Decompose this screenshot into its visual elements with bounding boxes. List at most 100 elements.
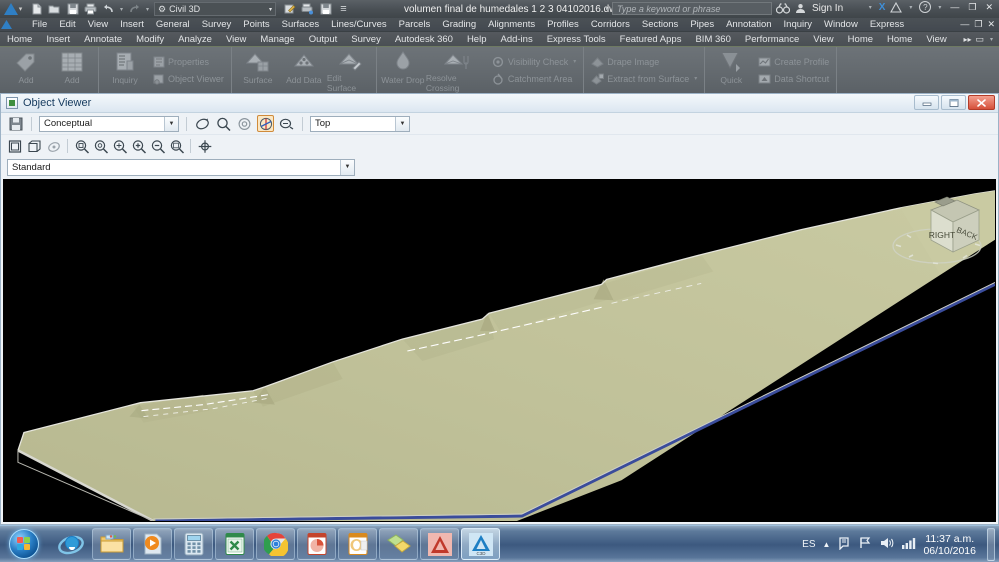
autodesk-exchange-icon[interactable]: X [879,2,886,13]
open-file-icon[interactable] [46,1,63,17]
menu-item-lines-curves[interactable]: Lines/Curves [325,19,392,30]
action-center-icon[interactable] [837,536,851,553]
new-file-icon[interactable] [28,1,45,17]
zoom-out-icon[interactable] [149,138,166,155]
ribbon-button-data-shortcut[interactable]: Data Shortcut [758,70,829,87]
doc-minimize-button[interactable]: — [960,19,969,30]
save-file-icon[interactable] [64,1,81,17]
tab-performance[interactable]: Performance [738,34,806,45]
undo-dropdown-icon[interactable]: ▾ [118,6,125,13]
chevron-down-icon[interactable]: ▾ [907,4,914,11]
menu-item-file[interactable]: File [26,19,53,30]
start-button[interactable] [0,527,48,561]
app-restore-button[interactable]: ❐ [966,2,978,13]
menu-item-profiles[interactable]: Profiles [541,19,585,30]
chevron-down-icon[interactable]: ▾ [867,4,874,11]
ribbon-button-add-tag[interactable]: Add [3,47,49,93]
sign-in-button[interactable]: Sign In [812,3,843,14]
batch-plot-icon[interactable] [299,1,316,17]
ribbon-button-catchment-area[interactable]: Catchment Area [492,70,576,87]
doc-restore-button[interactable]: ❐ [974,19,982,30]
menu-item-points[interactable]: Points [237,19,275,30]
chevron-down-icon[interactable]: ▼ [164,116,178,131]
menu-item-parcels[interactable]: Parcels [393,19,437,30]
redo-icon[interactable] [126,1,143,17]
ribbon-button-properties[interactable]: Properties [152,53,224,70]
ribbon-button-add-data[interactable]: Add Data [281,47,327,93]
taskbar-item-powerpoint[interactable] [297,528,336,560]
tab-autodesk-360[interactable]: Autodesk 360 [388,34,460,45]
ribbon-button-object-viewer[interactable]: Object Viewer [152,70,224,87]
tab-featured-apps[interactable]: Featured Apps [613,34,689,45]
save-as-icon[interactable] [317,1,334,17]
zoom-realtime-icon[interactable] [92,138,109,155]
chevron-down-icon[interactable]: ▾ [573,58,576,65]
workspace-selector[interactable]: ⚙ Civil 3D ▾ [154,2,276,16]
chevron-down-icon[interactable]: ▾ [988,36,995,43]
visual-style-select[interactable]: Conceptual ▼ [39,115,179,132]
menu-item-survey[interactable]: Survey [196,19,238,30]
show-desktop-button[interactable] [987,528,995,561]
taskbar-item-chrome[interactable] [256,528,295,560]
maximize-button[interactable] [941,95,966,110]
redo-dropdown-icon[interactable]: ▾ [144,6,151,13]
signal-icon[interactable] [901,536,916,553]
save-icon[interactable] [7,115,24,132]
menu-item-pipes[interactable]: Pipes [684,19,720,30]
tab-home[interactable]: Home [0,34,39,45]
ribbon-button-visibility-check[interactable]: Visibility Check ▾ [492,53,576,70]
parallel-projection-icon[interactable] [7,138,24,155]
ribbon-button-resolve-crossing[interactable]: Resolve Crossing [426,47,488,93]
tab-survey[interactable]: Survey [344,34,388,45]
search-input[interactable]: Type a keyword or phrase [612,2,773,15]
taskbar-item-civil3d[interactable]: C3D [461,528,500,560]
tab-modify[interactable]: Modify [129,34,171,45]
zoom-icon[interactable] [215,115,232,132]
tab-view-2[interactable]: View [806,34,840,45]
menu-item-express[interactable]: Express [864,19,910,30]
tab-bim-360[interactable]: BIM 360 [688,34,737,45]
close-button[interactable] [968,95,995,110]
language-indicator[interactable]: ES [802,539,815,550]
menu-item-surfaces[interactable]: Surfaces [276,19,326,30]
menu-item-grading[interactable]: Grading [436,19,482,30]
tab-view[interactable]: View [219,34,253,45]
ribbon-button-add-table[interactable]: Add [49,47,95,93]
chevron-down-icon[interactable]: ▾ [269,6,272,13]
qat-overflow-icon[interactable]: ≡ [335,1,352,17]
autocad-logo-icon[interactable]: ▾ [0,0,26,18]
visual-style-name-select[interactable]: Standard ▼ [7,158,355,176]
doc-close-button[interactable]: ✕ [987,19,995,30]
chevron-down-icon[interactable]: ▾ [19,5,23,13]
ribbon-button-edit-surface[interactable]: Edit Surface [327,47,373,93]
taskbar-item-excel[interactable] [215,528,254,560]
chevron-down-icon[interactable]: ▼ [340,159,354,175]
taskbar-item-sticky-notes[interactable] [379,528,418,560]
zoom-window-icon[interactable] [73,138,90,155]
binoculars-icon[interactable] [775,3,791,14]
perspective-projection-icon[interactable] [26,138,43,155]
network-icon[interactable] [858,536,872,553]
help-icon[interactable]: ? [919,1,932,13]
taskbar-item-outlook[interactable] [338,528,377,560]
view-preset-select[interactable]: Top ▼ [310,115,410,132]
tab-home-2[interactable]: Home [841,34,880,45]
ribbon-overflow-icon[interactable]: ▸▸ [963,35,971,44]
taskbar-item-media-player[interactable] [133,528,172,560]
pan-icon[interactable] [236,115,253,132]
ribbon-button-surface[interactable]: Surface [235,47,281,93]
taskbar-item-internet-explorer[interactable] [51,528,90,560]
chevron-right-icon[interactable]: ▸ [606,5,609,12]
viewcube[interactable]: RIGHT BACK [887,188,987,276]
taskbar-item-autocad[interactable] [420,528,459,560]
object-viewer-3d-viewport[interactable]: RIGHT BACK [3,179,996,522]
menu-item-annotation[interactable]: Annotation [720,19,777,30]
ribbon-button-quick-profile[interactable]: Quick [708,47,754,93]
zoom-extents-icon[interactable] [168,138,185,155]
menu-item-corridors[interactable]: Corridors [585,19,636,30]
match-properties-icon[interactable] [281,1,298,17]
autodesk-360-icon[interactable] [890,1,903,13]
undo-icon[interactable] [100,1,117,17]
tab-home-3[interactable]: Home [880,34,919,45]
tab-output[interactable]: Output [302,34,345,45]
